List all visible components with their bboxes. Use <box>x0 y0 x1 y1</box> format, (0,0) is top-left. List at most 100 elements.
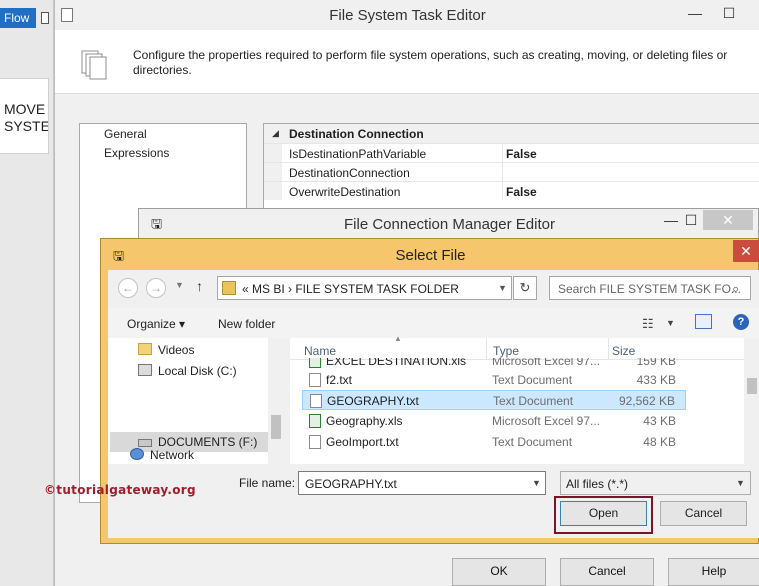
tree-item-network[interactable]: Network <box>130 448 194 462</box>
address-path[interactable]: « MS BI › FILE SYSTEM TASK FOLDER <box>242 282 459 296</box>
tree-item-label: Network <box>150 448 195 462</box>
tree-item-label: Local Disk (C:) <box>158 364 237 378</box>
file-type: Microsoft Excel 97... <box>492 358 601 368</box>
file-size: 159 KB <box>636 358 676 368</box>
file-name: Geography.xls <box>326 414 403 428</box>
ok-button[interactable]: OK <box>452 558 546 586</box>
task-box[interactable]: MOVE I SYSTEN <box>0 78 49 154</box>
file-type: Text Document <box>492 373 573 387</box>
chevron-down-icon[interactable]: ▼ <box>498 283 507 293</box>
view-options-icon[interactable]: ☷ <box>642 316 654 332</box>
dialog-title: Select File <box>395 247 466 264</box>
file-type-filter-value: All files (*.*) <box>566 477 629 491</box>
property-category-label: Destination Connection <box>289 127 424 141</box>
title-bar: File System Task Editor — ☐ <box>55 0 759 30</box>
file-name: GeoImport.txt <box>326 435 399 449</box>
cancel-button[interactable]: Cancel <box>660 501 747 526</box>
drive-icon <box>138 439 152 447</box>
tree-item-videos[interactable]: Videos <box>138 343 194 357</box>
folder-icon <box>138 343 152 355</box>
file-name: GEOGRAPHY.txt <box>327 394 419 408</box>
file-type: Text Document <box>493 394 574 408</box>
chevron-down-icon[interactable]: ▼ <box>736 478 745 488</box>
file-row[interactable]: f2.txt Text Document 433 KB <box>302 370 686 390</box>
chevron-down-icon[interactable]: ▼ <box>666 318 675 328</box>
file-size: 433 KB <box>636 373 676 387</box>
text-file-icon <box>309 435 321 449</box>
file-name-input[interactable]: GEOGRAPHY.txt ▼ <box>298 471 546 495</box>
file-size: 43 KB <box>643 414 676 428</box>
refresh-icon[interactable]: ↻ <box>513 276 537 300</box>
chevron-down-icon[interactable]: ▼ <box>532 478 541 488</box>
tree-item-documents[interactable]: DOCUMENTS (F:) <box>138 435 257 449</box>
help-button[interactable]: Help <box>668 558 759 586</box>
file-row[interactable]: Geography.xls Microsoft Excel 97... 43 K… <box>302 411 686 431</box>
list-scrollbar[interactable] <box>744 338 759 464</box>
property-value[interactable]: False <box>506 147 537 161</box>
close-button[interactable]: ✕ <box>703 210 753 230</box>
nav-item-expressions[interactable]: Expressions <box>104 146 169 160</box>
file-name: EXCEL DESTINATION.xls <box>326 358 467 368</box>
task-box-line: SYSTEN <box>4 118 49 134</box>
file-name-value: GEOGRAPHY.txt <box>305 477 397 491</box>
watermark: ©tutorialgateway.org <box>44 483 196 497</box>
file-row[interactable]: EXCEL DESTINATION.xls Microsoft Excel 97… <box>302 358 686 370</box>
open-button[interactable]: Open <box>560 501 647 526</box>
toolbar: Organize ▾ New folder ☷ ▼ ? <box>108 308 759 338</box>
column-type[interactable]: Type <box>493 344 519 358</box>
tree-item-label: DOCUMENTS (F:) <box>158 435 258 449</box>
maximize-button[interactable]: ☐ <box>677 211 705 231</box>
cancel-button[interactable]: Cancel <box>560 558 654 586</box>
scrollbar-thumb[interactable] <box>271 415 281 439</box>
property-category[interactable]: ◢ Destination Connection <box>264 124 759 143</box>
file-name-label: File name: <box>239 476 296 490</box>
file-type-filter[interactable]: All files (*.*) ▼ <box>560 471 751 495</box>
property-value[interactable]: False <box>506 185 537 199</box>
property-name: OverwriteDestination <box>289 185 401 199</box>
chevron-down-icon[interactable]: ▼ <box>175 280 184 290</box>
file-row[interactable]: GeoImport.txt Text Document 48 KB <box>302 432 686 452</box>
property-row[interactable]: DestinationConnection <box>264 162 759 181</box>
scrollbar-thumb[interactable] <box>747 378 757 394</box>
column-name[interactable]: Name <box>304 344 336 358</box>
property-row[interactable]: OverwriteDestination False <box>264 181 759 200</box>
new-folder-button[interactable]: New folder <box>218 317 275 331</box>
search-input[interactable]: Search FILE SYSTEM TASK FO... ⌕ <box>549 276 751 300</box>
maximize-button[interactable]: ☐ <box>715 4 743 24</box>
property-name: DestinationConnection <box>289 166 410 180</box>
property-row[interactable]: IsDestinationPathVariable False <box>264 143 759 162</box>
tree-scrollbar[interactable] <box>268 338 284 464</box>
window-title: File System Task Editor <box>329 7 486 24</box>
dialog-body: ← → ▼ ↑ « MS BI › FILE SYSTEM TASK FOLDE… <box>108 270 759 538</box>
documents-icon <box>81 50 107 80</box>
property-name: IsDestinationPathVariable <box>289 147 427 161</box>
forward-arrow-icon[interactable]: → <box>146 278 166 298</box>
text-file-icon <box>310 394 322 408</box>
up-arrow-icon[interactable]: ↑ <box>196 278 203 294</box>
collapse-icon[interactable]: ◢ <box>272 128 279 139</box>
network-icon <box>130 448 144 460</box>
organize-button[interactable]: Organize ▾ <box>127 317 185 331</box>
excel-file-icon <box>309 414 321 428</box>
column-size[interactable]: Size <box>612 344 635 358</box>
preview-pane-icon[interactable] <box>695 314 712 329</box>
text-file-icon <box>309 373 321 387</box>
back-arrow-icon[interactable]: ← <box>118 278 138 298</box>
nav-item-general[interactable]: General <box>104 127 147 141</box>
task-box-line: MOVE I <box>4 101 49 117</box>
search-icon[interactable]: ⌕ <box>732 281 739 297</box>
document-icon <box>41 12 49 24</box>
close-button[interactable]: ✕ <box>733 240 759 262</box>
minimize-button[interactable]: — <box>681 4 709 24</box>
list-header: ▲ Name Type Size <box>290 334 759 360</box>
select-file-dialog: 🖫 Select File ✕ ← → ▼ ↑ « MS BI › FILE S… <box>100 238 759 544</box>
sort-caret-icon: ▲ <box>394 334 402 343</box>
tree-item-local-disk[interactable]: Local Disk (C:) <box>138 364 237 378</box>
drive-icon <box>138 364 152 376</box>
address-bar[interactable]: « MS BI › FILE SYSTEM TASK FOLDER ▼ <box>217 276 512 300</box>
file-row-selected[interactable]: GEOGRAPHY.txt Text Document 92,562 KB <box>302 390 686 410</box>
help-icon[interactable]: ? <box>733 314 749 330</box>
flow-tab[interactable]: Flow <box>0 8 36 28</box>
search-placeholder: Search FILE SYSTEM TASK FO... <box>558 282 741 296</box>
tree-item-label: Videos <box>158 343 195 357</box>
